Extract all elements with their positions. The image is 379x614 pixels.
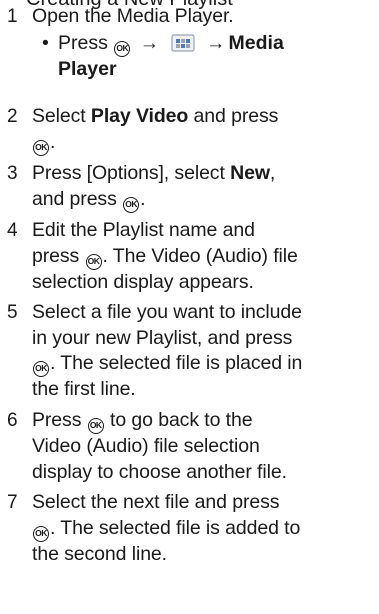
ok-key-icon: OK: [123, 196, 140, 213]
step-text: Select Play Video and press OK.: [32, 104, 377, 156]
step-text-line2: and press: [32, 187, 117, 210]
ok-key-icon: OK: [114, 41, 131, 57]
step-text-pre: Press [Options], select: [32, 162, 231, 184]
ok-key-icon: OK: [87, 418, 104, 434]
step-text-line2a: press: [32, 244, 80, 267]
step-text-end: .: [50, 130, 56, 153]
ok-key-icon: OK: [33, 139, 49, 156]
step-1-substep: • Press OK → → Media Player: [42, 31, 379, 83]
step-text-end: .: [140, 187, 146, 210]
step-text: Press OK to go back to the Video (Audio)…: [32, 408, 377, 485]
step-text-pre: Edit the Playlist name and: [32, 219, 255, 241]
step-number: 7: [7, 492, 18, 513]
step-number: 6: [7, 410, 18, 431]
step-1-text: Open the Media Player.: [32, 5, 234, 27]
step-text: Edit the Playlist name and press OK. The…: [32, 218, 377, 295]
menu-target: Media: [228, 32, 284, 54]
menu-icon: [171, 34, 195, 52]
step-text-line3: . The selected file is placed in: [50, 352, 303, 374]
ok-key-icon: OK: [85, 253, 102, 270]
step-text-line3: display to choose another file.: [32, 460, 287, 483]
step-text-line2: Video (Audio) file selection: [32, 435, 260, 457]
step-text: Select the next file and press OK. The s…: [32, 490, 377, 567]
step-text-post: and press: [188, 105, 279, 127]
step-text-pre: Select: [32, 105, 91, 127]
arrow-right-icon: →: [206, 32, 226, 54]
step-number: 2: [7, 106, 18, 127]
step-text-post: ,: [269, 162, 276, 184]
step-text-line3: selection display appears.: [32, 270, 254, 293]
step-text: Press [Options], select New, and press O…: [32, 161, 377, 213]
step-number: 1: [7, 6, 18, 27]
step-text-pre: Press: [32, 409, 82, 431]
ok-key-icon: OK: [33, 525, 49, 542]
menu-target-2: Player: [58, 58, 117, 80]
step-number: 5: [7, 302, 18, 323]
step-text-post: to go back to the: [104, 409, 253, 431]
manual-page: Creating a New Playlist 1 Open the Media…: [0, 0, 379, 614]
step-text-line2b: . The Video (Audio) file: [102, 244, 298, 267]
step-text: Open the Media Player.: [32, 4, 377, 30]
ok-key-icon: OK: [33, 361, 49, 377]
step-text-bold: Play Video: [90, 105, 189, 127]
arrow-right-icon: →: [139, 32, 160, 54]
step-text-line3: the second line.: [32, 542, 167, 565]
step-text-line4: the first line.: [32, 378, 136, 400]
bullet-icon: •: [42, 32, 49, 54]
step-text-pre: Select the next file and press: [32, 491, 280, 513]
step-text-line2: . The selected file is added to: [50, 516, 301, 539]
substep-press: Press: [58, 32, 108, 54]
step-text: Select a file you want to include in you…: [32, 300, 377, 403]
step-text-pre: Select a file you want to include: [32, 301, 302, 323]
step-number: 4: [7, 220, 18, 241]
step-text-bold: New: [230, 162, 270, 184]
step-text-line2: in your new Playlist, and press: [32, 326, 293, 349]
step-number: 3: [7, 163, 18, 184]
